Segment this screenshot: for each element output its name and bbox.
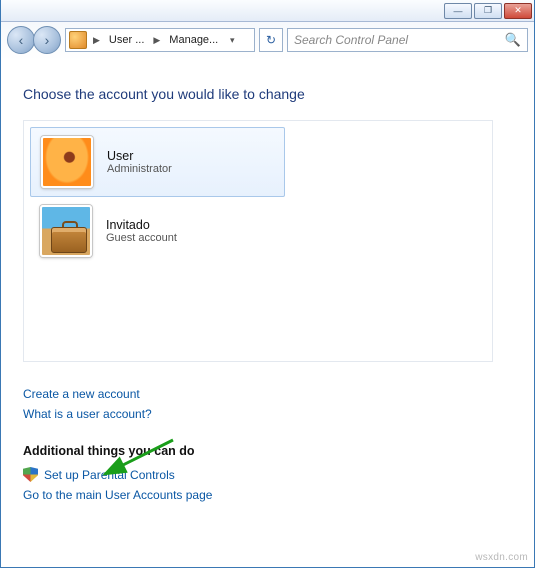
account-item-invitado[interactable]: Invitado Guest account — [30, 197, 285, 265]
account-role: Guest account — [106, 232, 177, 244]
titlebar: — ❐ ✕ — [1, 0, 534, 22]
chevron-right-icon: ▶ — [150, 35, 163, 46]
account-text: Invitado Guest account — [106, 218, 177, 244]
forward-button[interactable]: › — [33, 26, 61, 54]
account-text: User Administrator — [107, 149, 172, 175]
search-input[interactable]: Search Control Panel 🔍 — [287, 28, 528, 52]
page-title: Choose the account you would like to cha… — [23, 86, 512, 102]
avatar — [41, 136, 93, 188]
additional-heading: Additional things you can do — [23, 444, 512, 458]
refresh-icon: ↻ — [266, 33, 276, 47]
account-name: User — [107, 149, 172, 163]
accounts-list: User Administrator Invitado Guest accoun… — [23, 120, 493, 362]
nav-back-forward: ‹ › — [7, 26, 61, 54]
account-name: Invitado — [106, 218, 177, 232]
account-role: Administrator — [107, 163, 172, 175]
control-panel-window: — ❐ ✕ ‹ › ▶ User ... ▶ Manage... ▾ ↻ Sea… — [0, 0, 535, 568]
link-parental-controls[interactable]: Set up Parental Controls — [23, 464, 512, 485]
maximize-button[interactable]: ❐ — [474, 3, 502, 19]
link-what-is-account[interactable]: What is a user account? — [23, 404, 512, 424]
user-accounts-icon — [69, 31, 87, 49]
close-button[interactable]: ✕ — [504, 3, 532, 19]
list-spacer — [30, 265, 486, 355]
search-placeholder: Search Control Panel — [294, 33, 408, 47]
breadcrumb-seg-user[interactable]: User ... — [103, 34, 150, 46]
link-main-user-accounts[interactable]: Go to the main User Accounts page — [23, 485, 512, 505]
account-item-user[interactable]: User Administrator — [30, 127, 285, 197]
content-area: Choose the account you would like to cha… — [1, 58, 534, 519]
minimize-button[interactable]: — — [444, 3, 472, 19]
search-icon: 🔍 — [505, 32, 521, 48]
link-parental-label: Set up Parental Controls — [44, 468, 175, 482]
back-button[interactable]: ‹ — [7, 26, 35, 54]
avatar — [40, 205, 92, 257]
refresh-button[interactable]: ↻ — [259, 28, 283, 52]
breadcrumb-dropdown[interactable]: ▾ — [224, 35, 240, 46]
address-bar-row: ‹ › ▶ User ... ▶ Manage... ▾ ↻ Search Co… — [1, 22, 534, 58]
shield-icon — [23, 467, 38, 482]
breadcrumb[interactable]: ▶ User ... ▶ Manage... ▾ — [65, 28, 255, 52]
link-create-account[interactable]: Create a new account — [23, 384, 512, 404]
chevron-right-icon: ▶ — [90, 35, 103, 46]
watermark: wsxdn.com — [475, 552, 528, 563]
breadcrumb-seg-manage[interactable]: Manage... — [163, 34, 224, 46]
